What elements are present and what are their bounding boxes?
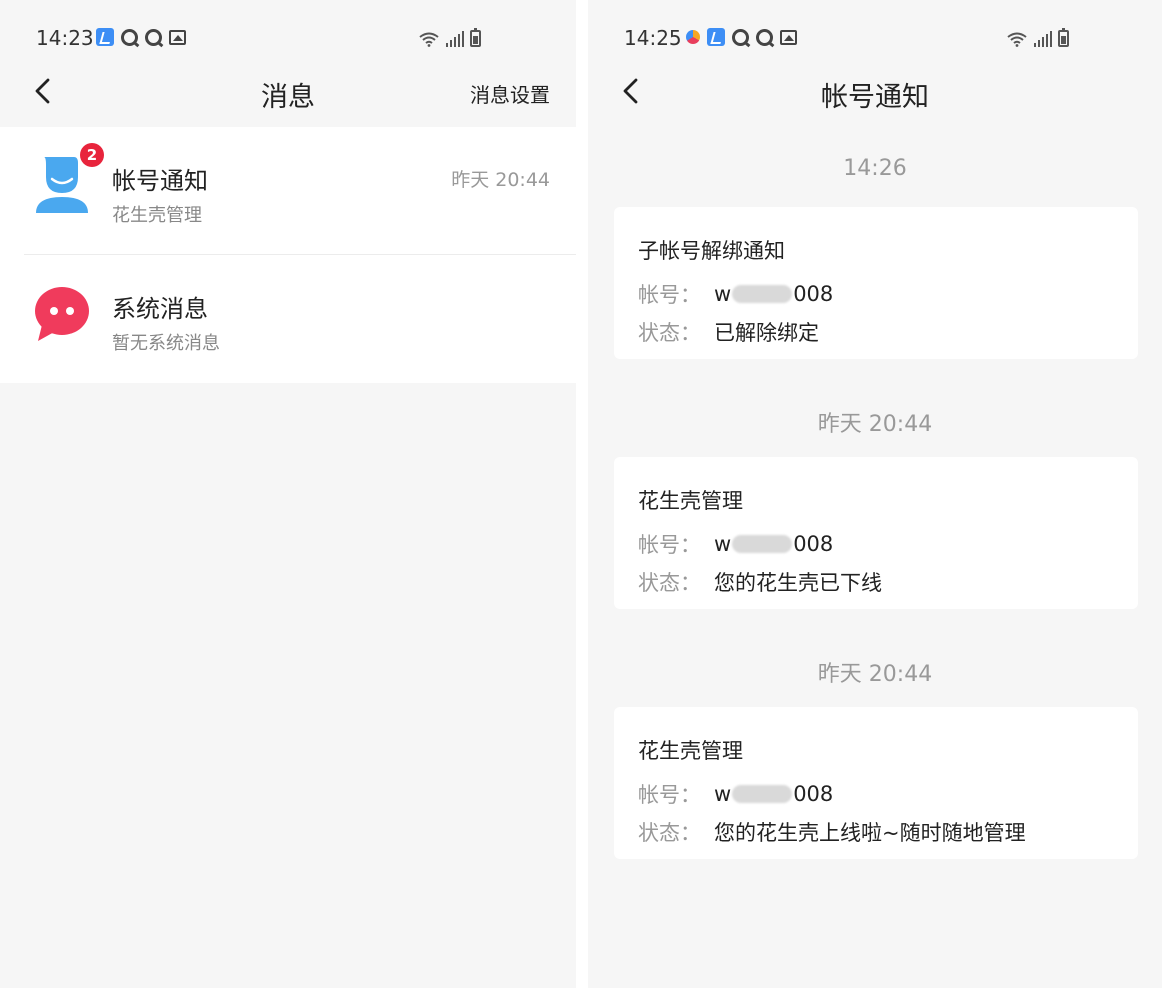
chat-bubble-icon: [35, 287, 89, 341]
account-suffix: 008: [793, 782, 834, 806]
app-notification-icon: [96, 28, 114, 46]
status-time: 14:23: [36, 26, 94, 50]
list-item-system-message[interactable]: 系统消息 暂无系统消息: [0, 255, 576, 383]
wifi-icon: [419, 32, 439, 47]
status-system-icons: [418, 28, 481, 47]
app-notification-icon: [707, 28, 725, 46]
status-label: 状态：: [638, 821, 701, 845]
q-app-icon: [145, 28, 162, 46]
q-app-icon: [732, 28, 749, 46]
color-app-icon: [686, 30, 700, 44]
account-row: 帐号： w 008: [638, 529, 833, 559]
account-prefix: w: [714, 782, 732, 806]
account-label: 帐号：: [638, 783, 701, 807]
q-app-icon: [121, 28, 138, 46]
notification-title: 子帐号解绑通知: [638, 239, 785, 263]
image-icon: [780, 29, 797, 45]
account-suffix: 008: [793, 282, 834, 306]
status-value: 您的花生壳已下线: [714, 571, 882, 595]
screenshot-stage: 14:23 消息 消息设置 帐号通知 花生壳管理 昨天 20:44 系统消息 暂…: [0, 0, 1162, 988]
status-label: 状态：: [638, 321, 701, 345]
status-bar: 14:23: [0, 22, 576, 56]
notification-title: 花生壳管理: [638, 739, 743, 763]
status-row: 状态： 您的花生壳上线啦~随时随地管理: [638, 817, 1026, 847]
unread-badge: 2: [80, 143, 104, 167]
signal-icon: [446, 31, 464, 47]
status-row: 状态： 已解除绑定: [638, 317, 819, 347]
notification-card: 花生壳管理 帐号： w 008 状态： 您的花生壳上线啦~随时随地管理: [614, 707, 1138, 859]
account-row: 帐号： w 008: [638, 779, 833, 809]
status-bar: 14:25: [588, 22, 1162, 56]
account-notice-screen: 14:25 帐号通知 14:26 子帐号解绑通知 帐号： w 008 状态： 已…: [588, 0, 1162, 988]
image-icon: [169, 29, 186, 45]
redacted-account: [732, 535, 793, 553]
status-time: 14:25: [624, 26, 682, 50]
notification-time: 14:26: [843, 156, 907, 181]
message-subtitle: 暂无系统消息: [112, 333, 220, 354]
message-title: 帐号通知: [112, 167, 208, 195]
battery-icon: [1058, 28, 1069, 47]
status-notification-icons: [96, 28, 186, 46]
status-label: 状态：: [638, 571, 701, 595]
status-system-icons: [1006, 28, 1069, 47]
status-notification-icons: [686, 28, 797, 46]
signal-icon: [1034, 31, 1052, 47]
message-subtitle: 花生壳管理: [112, 205, 202, 226]
notification-card: 子帐号解绑通知 帐号： w 008 状态： 已解除绑定: [614, 207, 1138, 359]
notification-time: 昨天 20:44: [817, 662, 933, 687]
battery-icon: [470, 28, 481, 47]
messages-screen: 14:23 消息 消息设置 帐号通知 花生壳管理 昨天 20:44 系统消息 暂…: [0, 0, 576, 988]
account-prefix: w: [714, 532, 732, 556]
account-suffix: 008: [793, 532, 834, 556]
q-app-icon: [756, 28, 773, 46]
status-value: 已解除绑定: [714, 321, 819, 345]
wifi-icon: [1007, 32, 1027, 47]
notification-time: 昨天 20:44: [817, 412, 933, 437]
message-title: 系统消息: [112, 295, 208, 323]
account-prefix: w: [714, 282, 732, 306]
notification-title: 花生壳管理: [638, 489, 743, 513]
page-title: 帐号通知: [821, 82, 929, 113]
nav-bar: 帐号通知: [588, 62, 1162, 122]
message-settings-button[interactable]: 消息设置: [470, 79, 550, 108]
message-time: 昨天 20:44: [451, 169, 550, 191]
account-label: 帐号：: [638, 283, 701, 307]
account-row: 帐号： w 008: [638, 279, 833, 309]
status-value: 您的花生壳上线啦~随时随地管理: [714, 821, 1026, 845]
redacted-account: [732, 785, 793, 803]
status-row: 状态： 您的花生壳已下线: [638, 567, 882, 597]
redacted-account: [732, 285, 793, 303]
notification-card: 花生壳管理 帐号： w 008 状态： 您的花生壳已下线: [614, 457, 1138, 609]
nav-bar: 消息 消息设置: [0, 62, 576, 122]
account-label: 帐号：: [638, 533, 701, 557]
